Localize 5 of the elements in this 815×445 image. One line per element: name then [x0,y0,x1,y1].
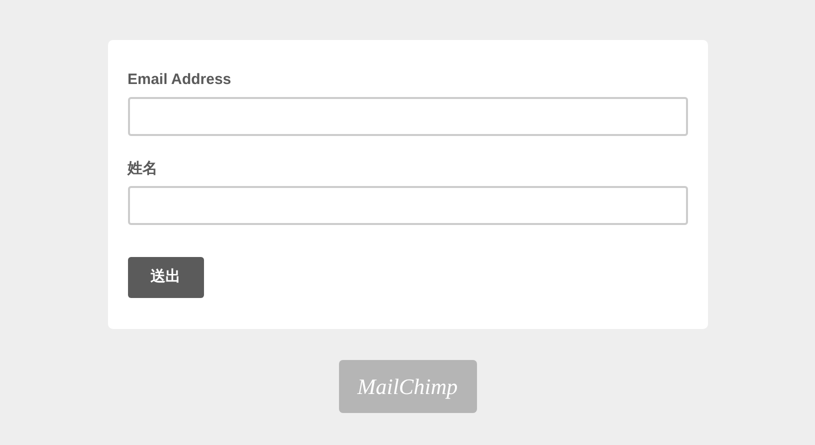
input-field[interactable] [128,186,688,225]
input-field[interactable] [128,97,688,136]
submit-button[interactable]: 送出 [128,257,204,298]
field-label: Email Address [128,71,232,89]
field-label: 姓名 [128,160,158,178]
